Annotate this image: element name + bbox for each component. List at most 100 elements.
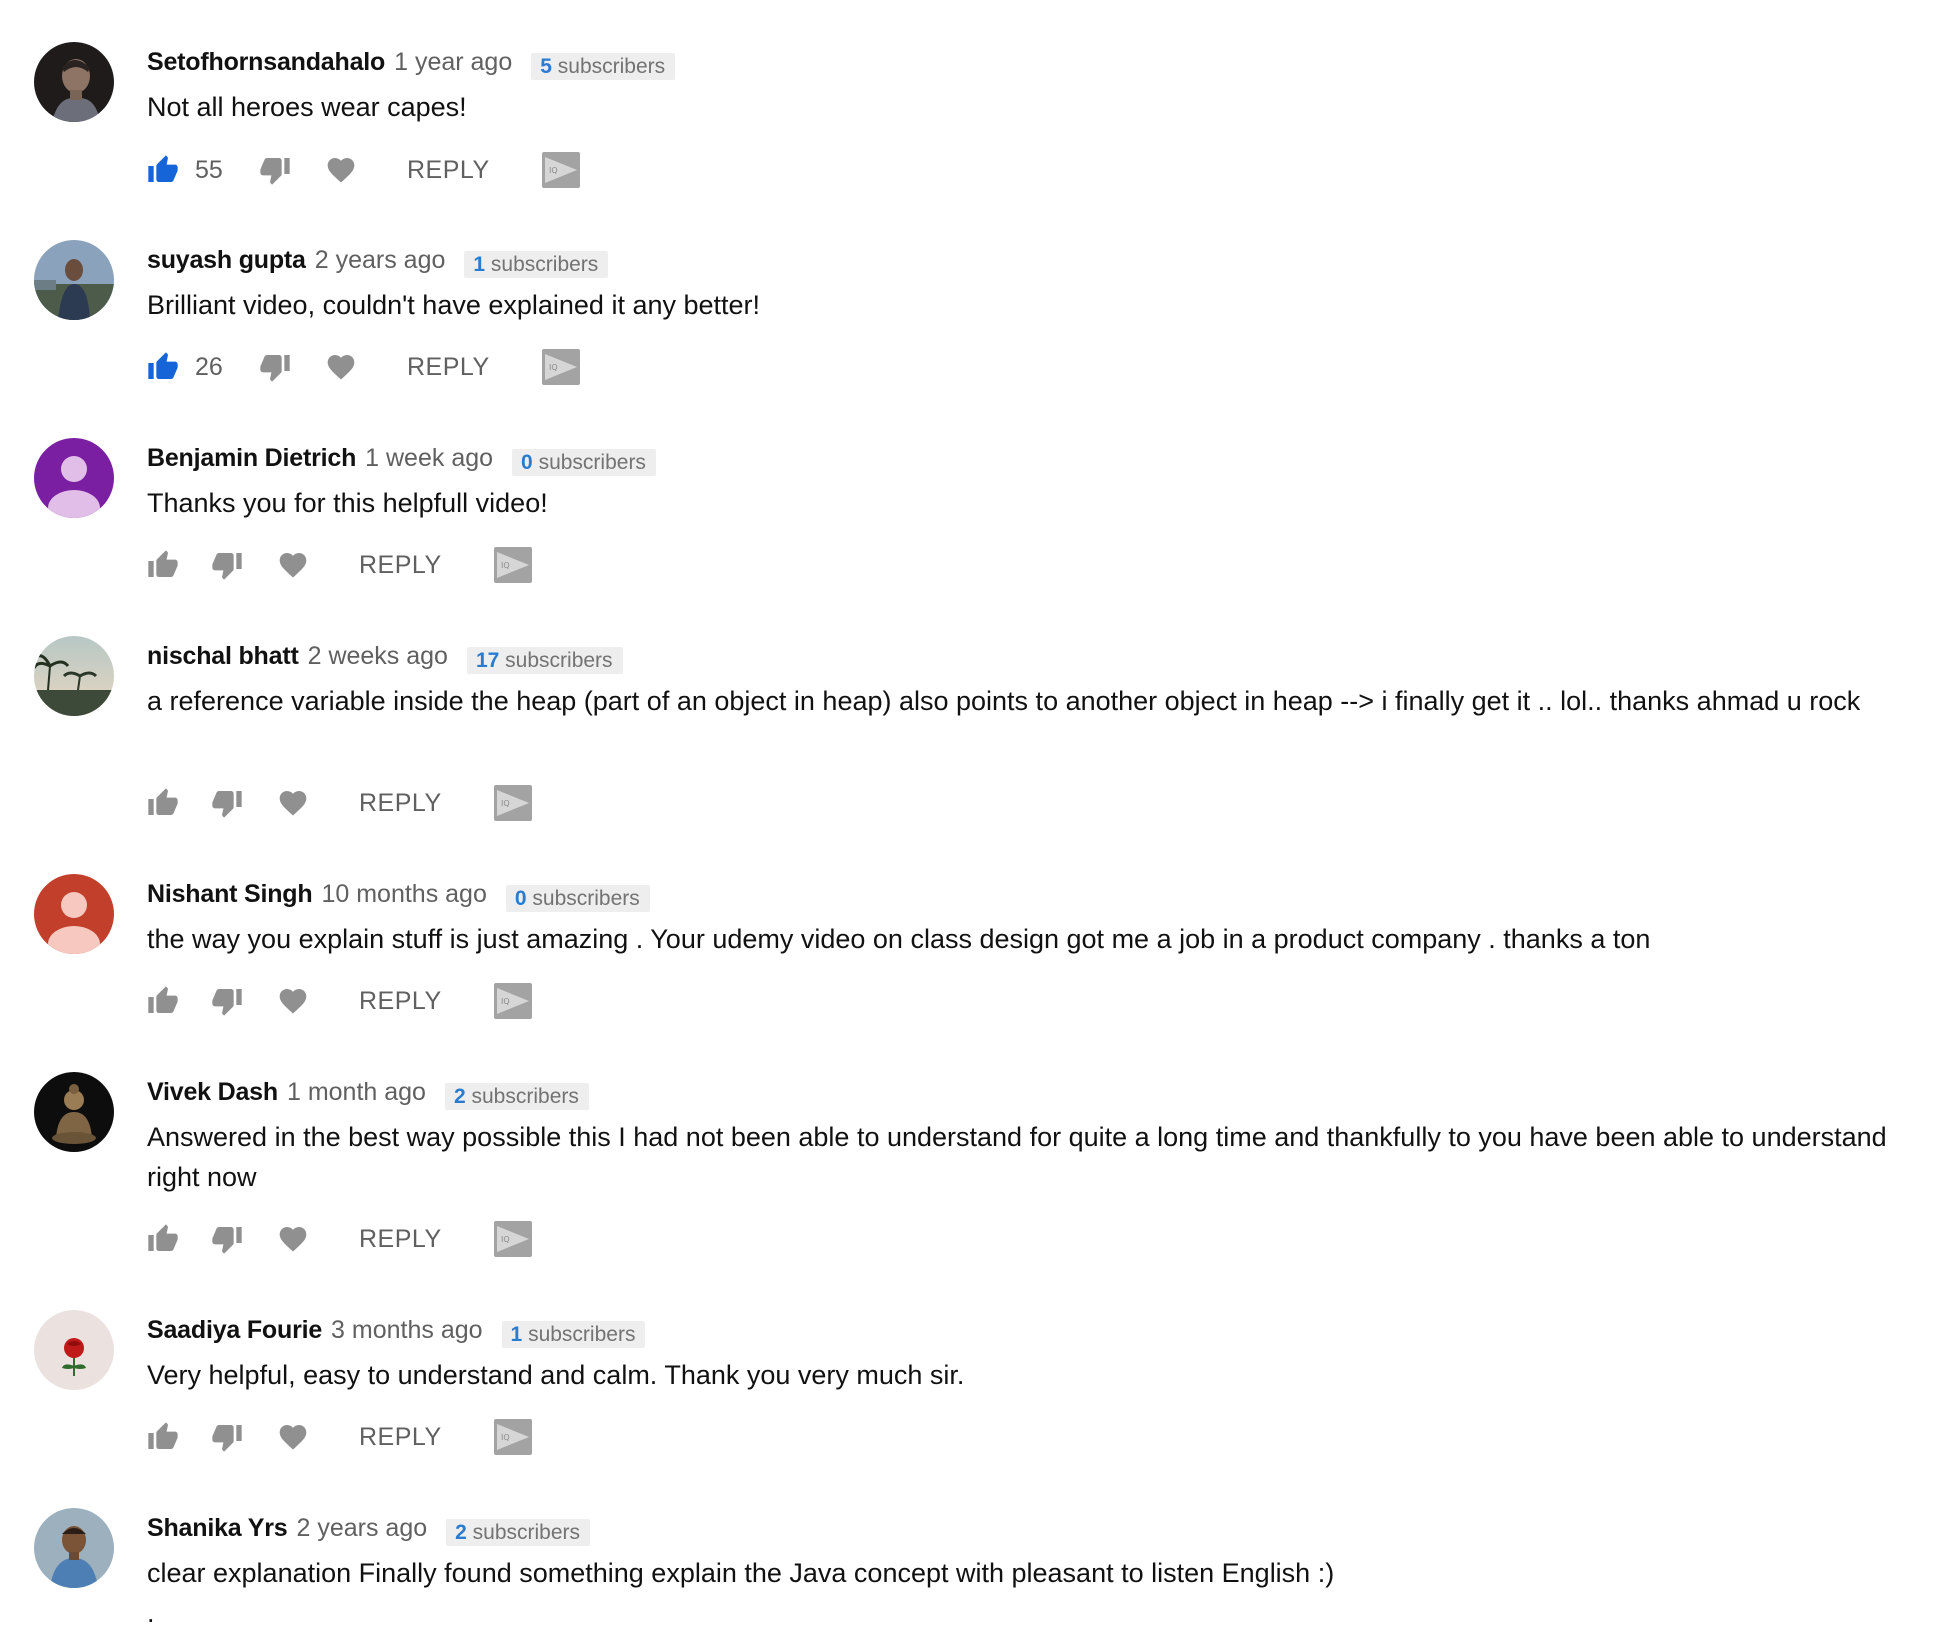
heart-button[interactable] (325, 349, 361, 385)
subscriber-badge: 2 subscribers (444, 1082, 589, 1110)
avatar-image (34, 1508, 114, 1588)
thumb-up-icon (148, 788, 178, 815)
subscriber-label: subscribers (532, 886, 640, 910)
author-name[interactable]: Nishant Singh (147, 880, 313, 909)
svg-text:IQ: IQ (549, 363, 558, 372)
heart-icon (279, 1425, 307, 1450)
comment-text: Answered in the best way possible this I… (147, 1122, 1887, 1192)
avatar[interactable] (34, 438, 114, 518)
heart-button[interactable] (277, 1419, 313, 1455)
comment-time[interactable]: 2 years ago (315, 246, 446, 275)
extension-play-icon[interactable]: IQ (541, 152, 580, 188)
comment-header: Shanika Yrs 2 years ago 2 subscribers (147, 1508, 591, 1548)
avatar[interactable] (34, 240, 114, 320)
heart-button[interactable] (277, 1221, 313, 1257)
comment-time[interactable]: 2 years ago (296, 1514, 427, 1543)
avatar[interactable] (34, 42, 114, 122)
thumb-down-icon (212, 1425, 242, 1452)
avatar[interactable] (34, 1508, 114, 1588)
subscriber-badge: 2 subscribers (446, 1518, 591, 1546)
avatar[interactable] (34, 1310, 114, 1390)
comment-time[interactable]: 1 year ago (394, 48, 512, 77)
avatar-image (34, 636, 114, 716)
comment-time[interactable]: 10 months ago (321, 880, 486, 909)
subscriber-label: subscribers (472, 1520, 581, 1544)
like-button[interactable] (147, 983, 183, 1019)
thumb-up-icon (148, 986, 178, 1013)
reply-button[interactable]: REPLY (359, 1423, 442, 1452)
comment-actions: 55 REPLY IQ (147, 148, 580, 192)
avatar-image (34, 1072, 114, 1152)
reply-button[interactable]: REPLY (359, 551, 442, 580)
heart-button[interactable] (277, 785, 313, 821)
author-name[interactable]: Saadiya Fourie (147, 1316, 322, 1345)
thumb-down-icon (212, 553, 242, 580)
heart-button[interactable] (277, 983, 313, 1019)
subscriber-label: subscribers (557, 54, 666, 78)
comment-header: Saadiya Fourie 3 months ago 1 subscriber… (147, 1310, 646, 1350)
comment-actions: REPLY IQ (147, 1415, 532, 1459)
like-button[interactable] (147, 785, 183, 821)
subscriber-badge: 0 subscribers (512, 448, 656, 476)
avatar-image (34, 1310, 114, 1390)
comment-text: a reference variable inside the heap (pa… (147, 686, 1861, 716)
heart-icon (279, 553, 307, 578)
comment-time[interactable]: 3 months ago (331, 1316, 483, 1345)
author-name[interactable]: Setofhornsandahalo (147, 48, 385, 77)
comment-time[interactable]: 1 week ago (365, 444, 493, 473)
extension-play-icon[interactable]: IQ (541, 349, 580, 385)
dislike-button[interactable] (211, 547, 247, 583)
dislike-button[interactable] (211, 1221, 247, 1257)
extension-play-icon[interactable]: IQ (493, 1419, 532, 1455)
like-button[interactable] (147, 1221, 183, 1257)
avatar[interactable] (34, 636, 114, 716)
heart-icon (327, 355, 355, 380)
subscriber-count: 2 (453, 1084, 466, 1108)
subscriber-badge: 5 subscribers (531, 52, 676, 80)
extension-play-icon[interactable]: IQ (493, 547, 532, 583)
avatar[interactable] (34, 1072, 114, 1152)
reply-button[interactable]: REPLY (407, 156, 490, 185)
like-button[interactable] (147, 547, 183, 583)
extension-play-icon[interactable]: IQ (493, 983, 532, 1019)
subscriber-label: subscribers (538, 450, 646, 474)
comment-actions: REPLY IQ (147, 1217, 532, 1261)
comment-time[interactable]: 1 month ago (287, 1078, 426, 1107)
author-name[interactable]: Benjamin Dietrich (147, 444, 356, 473)
heart-button[interactable] (325, 152, 361, 188)
extension-play-icon[interactable]: IQ (493, 1221, 532, 1257)
comment-text: Very helpful, easy to understand and cal… (147, 1360, 965, 1390)
thumb-up-icon (148, 155, 178, 182)
reply-button[interactable]: REPLY (359, 1225, 442, 1254)
avatar-image (34, 240, 114, 320)
comment-text: Brilliant video, couldn't have explained… (147, 290, 761, 320)
like-count: 55 (195, 155, 223, 184)
thumb-down-icon (260, 158, 290, 185)
heart-button[interactable] (277, 547, 313, 583)
like-button[interactable] (147, 1419, 183, 1455)
thumb-up-icon (148, 1422, 178, 1449)
author-name[interactable]: Vivek Dash (147, 1078, 278, 1107)
dislike-button[interactable] (211, 1419, 247, 1455)
comment-time[interactable]: 2 weeks ago (308, 642, 448, 671)
comment-header: nischal bhatt 2 weeks ago 17 subscribers (147, 636, 623, 676)
dislike-button[interactable] (211, 785, 247, 821)
avatar[interactable] (34, 874, 114, 954)
extension-play-icon[interactable]: IQ (493, 785, 532, 821)
like-button[interactable] (147, 349, 183, 385)
reply-button[interactable]: REPLY (359, 789, 442, 818)
dislike-button[interactable] (259, 349, 295, 385)
dislike-button[interactable] (211, 983, 247, 1019)
reply-button[interactable]: REPLY (359, 987, 442, 1016)
subscriber-count: 1 (473, 252, 486, 276)
author-name[interactable]: nischal bhatt (147, 642, 299, 671)
dislike-button[interactable] (259, 152, 295, 188)
thumb-down-icon (260, 355, 290, 382)
reply-button[interactable]: REPLY (407, 353, 490, 382)
author-name[interactable]: suyash gupta (147, 246, 306, 275)
avatar-image (34, 42, 114, 122)
like-button[interactable] (147, 152, 183, 188)
subscriber-count: 17 (475, 648, 500, 672)
comment-text: Not all heroes wear capes! (147, 92, 467, 122)
author-name[interactable]: Shanika Yrs (147, 1514, 288, 1543)
